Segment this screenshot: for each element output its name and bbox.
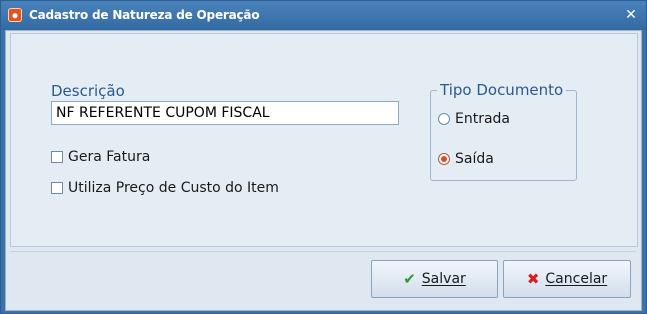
radio-saida-label: Saída: [455, 151, 494, 167]
radio-entrada-label: Entrada: [455, 111, 511, 127]
gera-fatura-checkbox-row[interactable]: Gera Fatura: [51, 149, 150, 165]
gera-fatura-checkbox[interactable]: [51, 151, 63, 163]
tipo-documento-legend: Tipo Documento: [437, 81, 567, 99]
tipo-documento-group: Tipo Documento Entrada Saída: [430, 81, 577, 181]
radio-saida-row[interactable]: Saída: [438, 151, 494, 167]
dialog-body: Descrição Gera Fatura Utiliza Preço de C…: [5, 30, 642, 311]
radio-entrada-row[interactable]: Entrada: [438, 111, 510, 127]
x-icon: ✖: [526, 270, 540, 288]
utiliza-preco-checkbox[interactable]: [51, 182, 63, 194]
description-input[interactable]: [51, 101, 399, 125]
utiliza-preco-checkbox-row[interactable]: Utiliza Preço de Custo do Item: [51, 180, 279, 196]
save-button-label: Salvar: [421, 271, 466, 287]
cancel-button-label: Cancelar: [545, 271, 608, 287]
radio-saida[interactable]: [438, 153, 450, 165]
description-label: Descrição: [51, 82, 125, 100]
footer-divider: [10, 251, 636, 252]
close-icon[interactable]: ✕: [623, 7, 639, 23]
cancel-button[interactable]: ✖ Cancelar: [503, 260, 631, 298]
utiliza-preco-label: Utiliza Preço de Custo do Item: [68, 180, 279, 196]
save-button[interactable]: ✔ Salvar: [371, 260, 498, 298]
radio-entrada[interactable]: [438, 113, 450, 125]
window-title: Cadastro de Natureza de Operação: [29, 8, 260, 22]
form-panel: Descrição Gera Fatura Utiliza Preço de C…: [10, 33, 638, 247]
dialog-window: Cadastro de Natureza de Operação ✕ Descr…: [0, 0, 647, 314]
checkmark-icon: ✔: [403, 270, 416, 288]
app-icon: [8, 8, 22, 22]
gera-fatura-label: Gera Fatura: [68, 149, 151, 165]
title-bar[interactable]: Cadastro de Natureza de Operação ✕: [1, 1, 646, 30]
